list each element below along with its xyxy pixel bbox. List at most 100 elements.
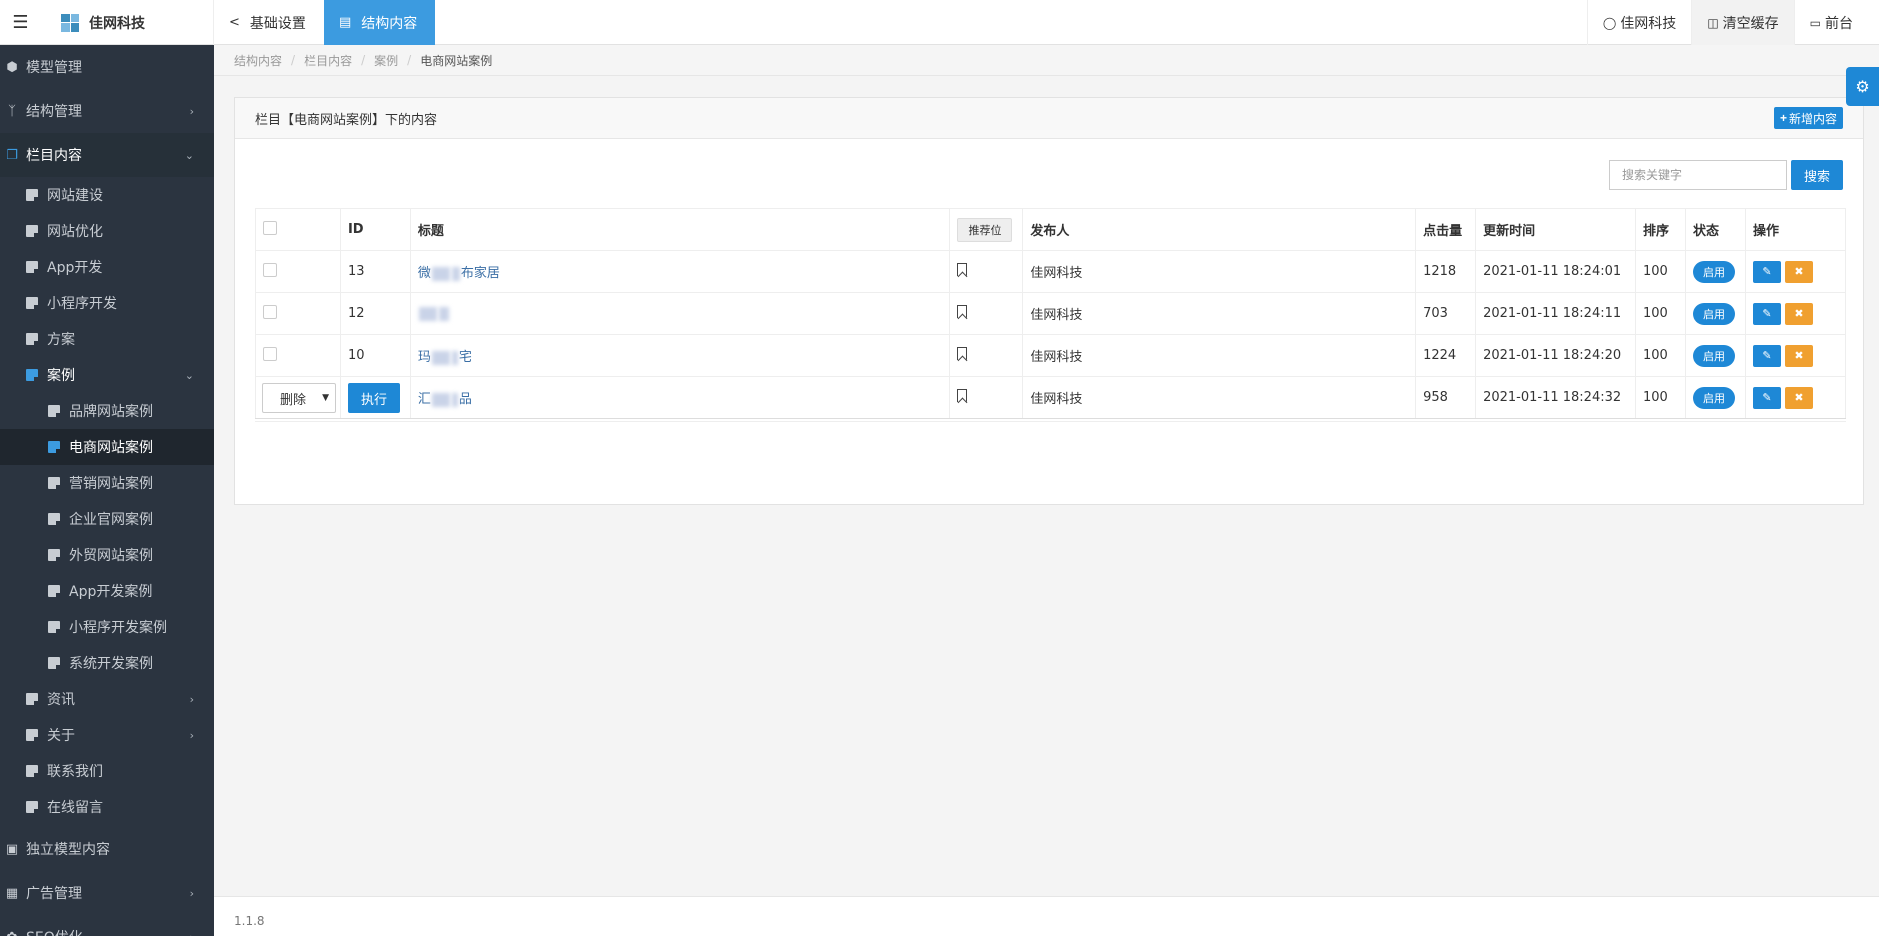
row-actions: ✎ ✖ [1744, 292, 1847, 335]
sidebar-case-label: App开发案例 [69, 584, 153, 600]
edit-icon[interactable]: ✎ [1752, 302, 1781, 325]
row-status-cell: 启用 [1684, 250, 1746, 293]
sidebar-item-column-content[interactable]: ❐ 栏目内容 ⌄ [0, 133, 214, 177]
redacted-blur [431, 350, 450, 365]
column-header-clicks: 点击量 [1415, 208, 1477, 251]
status-badge[interactable]: 启用 [1692, 344, 1735, 367]
sidebar-item-model-management[interactable]: ⬢ 模型管理 [0, 45, 214, 89]
topnav-structure-content[interactable]: ▤ 结构内容 [324, 0, 435, 45]
sidebar-case-label: 营销网站案例 [69, 476, 153, 492]
gear-icon[interactable]: ⚙ [1846, 67, 1879, 106]
bookmark-icon[interactable] [957, 263, 968, 276]
sidebar-case-item-current[interactable]: 电商网站案例 [0, 429, 214, 465]
row-title-link[interactable] [418, 306, 450, 321]
batch-action-select[interactable]: 删除 ▼ [262, 383, 336, 413]
sidebar-case-label: 品牌网站案例 [69, 404, 153, 420]
bookmark-icon[interactable] [957, 347, 968, 360]
delete-icon[interactable]: ✖ [1784, 344, 1813, 367]
sidebar-case-item[interactable]: 企业官网案例 [0, 501, 214, 537]
panel-header: 栏目【电商网站案例】下的内容 + 新增内容 [235, 98, 1863, 139]
row-title-part: 玛 [417, 350, 431, 365]
select-all-checkbox-cell [255, 208, 341, 251]
user-menu[interactable]: ◯ 佳网科技 [1586, 0, 1691, 45]
row-checkbox[interactable] [263, 346, 277, 361]
breadcrumb-item[interactable]: 结构内容 [234, 52, 282, 69]
sidebar-sub-item-about[interactable]: 关于 › [0, 717, 214, 753]
topnav-basic-settings[interactable]: < 基础设置 [214, 0, 321, 45]
row-updated: 2021-01-11 18:24:11 [1475, 292, 1636, 335]
row-checkbox[interactable] [263, 304, 277, 319]
sidebar-case-item[interactable]: 系统开发案例 [0, 645, 214, 681]
page-icon [48, 405, 60, 417]
sidebar-sub-item[interactable]: 小程序开发 [0, 285, 214, 321]
sidebar-sub-item-cases[interactable]: 案例 ⌄ [0, 357, 214, 393]
search-button[interactable]: 搜索 [1791, 160, 1843, 190]
brand-logo[interactable]: 佳网科技 [41, 0, 214, 45]
page-icon [26, 261, 38, 273]
row-clicks: 1224 [1415, 334, 1477, 377]
row-checkbox[interactable] [263, 262, 277, 277]
sidebar-sub-item-news[interactable]: 资讯 › [0, 681, 214, 717]
sidebar-sub-item[interactable]: 在线留言 [0, 789, 214, 825]
sidebar-sub-item[interactable]: 网站优化 [0, 213, 214, 249]
sidebar-case-item[interactable]: 外贸网站案例 [0, 537, 214, 573]
row-title-link[interactable]: 玛宅 [418, 350, 472, 365]
status-badge[interactable]: 启用 [1692, 260, 1735, 283]
recommend-position-button[interactable]: 推荐位 [957, 217, 1013, 242]
hamburger-menu-icon[interactable]: ☰ [0, 0, 41, 45]
sidebar-sub-label: 网站优化 [47, 224, 103, 240]
branch-icon: ᛉ [8, 103, 16, 119]
delete-icon[interactable]: ✖ [1784, 260, 1813, 283]
batch-action-value: 删除 [280, 392, 307, 408]
sidebar-item-label: SEO优化 [26, 927, 83, 936]
sidebar-case-label: 系统开发案例 [69, 656, 153, 672]
select-all-checkbox[interactable] [263, 220, 277, 235]
paw-icon: ✿ [4, 930, 20, 936]
sidebar-sub-item[interactable]: App开发 [0, 249, 214, 285]
row-recommend-cell [949, 250, 1024, 293]
sidebar-case-item[interactable]: 小程序开发案例 [0, 609, 214, 645]
search-bar: 搜索 [1609, 160, 1843, 190]
breadcrumb-item[interactable]: 栏目内容 [304, 52, 352, 69]
user-name: 佳网科技 [1620, 15, 1677, 32]
search-input[interactable] [1609, 160, 1787, 190]
footer: 1.1.8 [214, 896, 1879, 936]
sidebar-sub-label: 方案 [47, 332, 75, 348]
breadcrumb-item[interactable]: 案例 [374, 52, 398, 69]
sidebar-case-item[interactable]: 营销网站案例 [0, 465, 214, 501]
clear-cache-button[interactable]: ◫ 清空缓存 [1691, 0, 1794, 45]
sidebar-item-standalone-model[interactable]: ▣ 独立模型内容 [0, 827, 214, 871]
sidebar-sub-item[interactable]: 联系我们 [0, 753, 214, 789]
status-badge[interactable]: 启用 [1692, 302, 1735, 325]
sidebar-item-ad-management[interactable]: ▦ 广告管理 › [0, 871, 214, 915]
row-title-link[interactable]: 微 布家居 [418, 266, 500, 281]
row-status-cell: 启用 [1684, 292, 1746, 335]
sidebar-sub-label: 小程序开发 [47, 296, 117, 312]
share-icon: < [229, 15, 240, 30]
add-content-button[interactable]: + 新增内容 [1773, 107, 1843, 129]
sidebar-item-structure-management[interactable]: ᛉ 结构管理 › [0, 89, 214, 133]
row-recommend-cell [949, 292, 1024, 335]
page-icon [48, 621, 60, 633]
frontend-link[interactable]: ▭ 前台 [1793, 0, 1879, 45]
page-icon [26, 333, 38, 345]
execute-button[interactable]: 执行 [348, 383, 400, 413]
delete-icon[interactable]: ✖ [1784, 302, 1813, 325]
sidebar-item-label: 模型管理 [26, 60, 82, 76]
row-sort: 100 [1635, 334, 1686, 377]
edit-icon[interactable]: ✎ [1752, 344, 1781, 367]
chevron-right-icon: › [189, 104, 194, 118]
document-icon: ▤ [339, 15, 352, 30]
sidebar-item-seo[interactable]: ✿ SEO优化 › [0, 915, 214, 936]
page-icon [26, 765, 38, 777]
top-right-menu: ◯ 佳网科技 ◫ 清空缓存 ▭ 前台 [1586, 0, 1879, 45]
sidebar-case-item[interactable]: 品牌网站案例 [0, 393, 214, 429]
page-icon [48, 585, 60, 597]
edit-icon[interactable]: ✎ [1752, 260, 1781, 283]
bookmark-icon[interactable] [957, 305, 968, 318]
sidebar-sub-item[interactable]: 方案 [0, 321, 214, 357]
row-title-part: 布家居 [460, 266, 500, 281]
sidebar-sub-item[interactable]: 网站建设 [0, 177, 214, 213]
sidebar-case-item[interactable]: App开发案例 [0, 573, 214, 609]
sidebar-sub-label: 网站建设 [47, 188, 103, 204]
